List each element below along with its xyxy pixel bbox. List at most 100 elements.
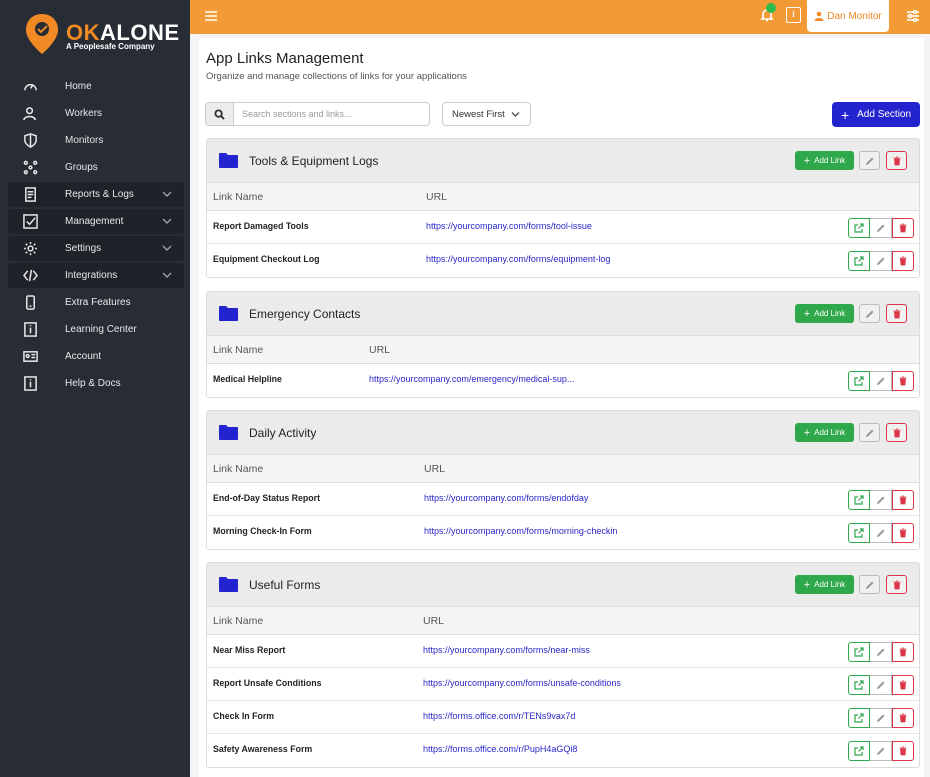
sidebar-item-groups[interactable]: Groups — [8, 155, 184, 180]
table-row: End-of-Day Status Report https://yourcom… — [207, 483, 919, 516]
delete-section-button[interactable] — [886, 151, 907, 170]
link-url[interactable]: https://yourcompany.com/emergency/medica… — [369, 374, 574, 384]
edit-link-button[interactable] — [870, 371, 892, 391]
delete-section-button[interactable] — [886, 423, 907, 442]
open-link-button[interactable] — [848, 523, 870, 543]
sidebar-item-management[interactable]: Management — [8, 209, 184, 234]
table-header: Link Name URL — [207, 336, 919, 364]
open-link-button[interactable] — [848, 675, 870, 695]
link-url[interactable]: https://yourcompany.com/forms/endofday — [424, 493, 588, 503]
link-url[interactable]: https://forms.office.com/r/TENs9vax7d — [423, 711, 575, 721]
delete-section-button[interactable] — [886, 575, 907, 594]
delete-link-button[interactable] — [892, 371, 914, 391]
link-url[interactable]: https://yourcompany.com/forms/unsafe-con… — [423, 678, 621, 688]
add-link-button[interactable]: + Add Link — [795, 423, 854, 442]
trash-icon — [899, 376, 907, 386]
edit-section-button[interactable] — [859, 575, 880, 594]
sidebar-item-label: Monitors — [65, 135, 104, 146]
chevron-down-icon — [162, 244, 172, 252]
trash-icon — [899, 713, 907, 723]
search-input[interactable] — [234, 103, 424, 125]
open-link-button[interactable] — [848, 218, 870, 238]
delete-section-button[interactable] — [886, 304, 907, 323]
sidebar-item-extra-features[interactable]: Extra Features — [8, 290, 184, 315]
link-url[interactable]: https://yourcompany.com/forms/morning-ch… — [424, 526, 617, 536]
trash-icon — [899, 528, 907, 538]
sidebar-item-learning-center[interactable]: Learning Center — [8, 317, 184, 342]
column-header-link-name: Link Name — [213, 463, 264, 475]
sliders-icon[interactable] — [906, 9, 920, 23]
sidebar-item-label: Extra Features — [65, 297, 131, 308]
open-link-button[interactable] — [848, 741, 870, 761]
delete-link-button[interactable] — [892, 251, 914, 271]
delete-link-button[interactable] — [892, 490, 914, 510]
delete-link-button[interactable] — [892, 523, 914, 543]
row-actions — [848, 490, 914, 510]
edit-link-button[interactable] — [870, 642, 892, 662]
add-link-button[interactable]: + Add Link — [795, 575, 854, 594]
delete-link-button[interactable] — [892, 642, 914, 662]
sidebar-item-integrations[interactable]: Integrations — [8, 263, 184, 288]
folder-icon — [219, 425, 238, 440]
sidebar-item-help-docs[interactable]: Help & Docs — [8, 371, 184, 396]
column-header-url: URL — [426, 191, 448, 203]
open-link-button[interactable] — [848, 371, 870, 391]
open-link-button[interactable] — [848, 708, 870, 728]
folder-icon — [219, 153, 238, 168]
link-name: Morning Check-In Form — [213, 526, 312, 536]
open-link-button[interactable] — [848, 490, 870, 510]
edit-link-button[interactable] — [870, 675, 892, 695]
sidebar-item-reports-logs[interactable]: Reports & Logs — [8, 182, 184, 207]
add-link-button[interactable]: + Add Link — [795, 151, 854, 170]
link-url[interactable]: https://yourcompany.com/forms/near-miss — [423, 645, 590, 655]
delete-link-button[interactable] — [892, 741, 914, 761]
sidebar-item-account[interactable]: Account — [8, 344, 184, 369]
code-icon — [22, 268, 38, 284]
row-actions — [848, 251, 914, 271]
edit-section-button[interactable] — [859, 423, 880, 442]
user-menu-button[interactable]: Dan Monitor — [807, 0, 889, 32]
table-row: Report Damaged Tools https://yourcompany… — [207, 211, 919, 244]
pencil-icon — [876, 714, 884, 722]
delete-link-button[interactable] — [892, 218, 914, 238]
search-icon[interactable] — [206, 103, 234, 125]
link-url[interactable]: https://yourcompany.com/forms/equipment-… — [426, 254, 610, 264]
sidebar-item-workers[interactable]: Workers — [8, 101, 184, 126]
trash-icon — [893, 428, 900, 437]
row-actions — [848, 708, 914, 728]
edit-section-button[interactable] — [859, 151, 880, 170]
info-icon[interactable]: i — [786, 7, 801, 23]
sort-dropdown[interactable]: Newest First — [442, 102, 531, 126]
add-section-button[interactable]: + Add Section — [832, 102, 920, 127]
link-url[interactable]: https://forms.office.com/r/PupH4aGQi8 — [423, 744, 577, 754]
plus-icon: + — [803, 578, 811, 591]
open-link-button[interactable] — [848, 642, 870, 662]
edit-section-button[interactable] — [859, 304, 880, 323]
plus-icon: + — [803, 426, 811, 439]
folder-icon — [219, 577, 238, 592]
groups-icon — [22, 160, 38, 176]
edit-link-button[interactable] — [870, 741, 892, 761]
column-header-link-name: Link Name — [213, 615, 264, 627]
link-name: Check In Form — [213, 711, 275, 721]
delete-link-button[interactable] — [892, 708, 914, 728]
edit-link-button[interactable] — [870, 490, 892, 510]
edit-link-button[interactable] — [870, 523, 892, 543]
search-box — [205, 102, 430, 126]
sidebar-item-settings[interactable]: Settings — [8, 236, 184, 261]
sidebar-item-monitors[interactable]: Monitors — [8, 128, 184, 153]
delete-link-button[interactable] — [892, 675, 914, 695]
add-link-button[interactable]: + Add Link — [795, 304, 854, 323]
sidebar-item-home[interactable]: Home — [8, 74, 184, 99]
brand-logo[interactable]: OKALONE A Peoplesafe Company — [24, 12, 179, 62]
link-url[interactable]: https://yourcompany.com/forms/tool-issue — [426, 221, 592, 231]
edit-link-button[interactable] — [870, 708, 892, 728]
row-actions — [848, 371, 914, 391]
edit-link-button[interactable] — [870, 218, 892, 238]
external-link-icon — [854, 223, 864, 233]
open-link-button[interactable] — [848, 251, 870, 271]
edit-link-button[interactable] — [870, 251, 892, 271]
hamburger-menu-icon[interactable] — [204, 9, 218, 23]
trash-icon — [893, 156, 900, 165]
trash-icon — [899, 223, 907, 233]
